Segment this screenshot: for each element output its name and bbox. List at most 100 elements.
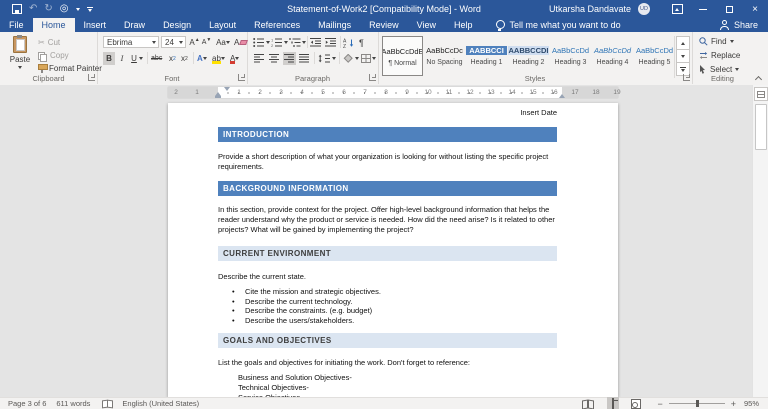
styles-scroll-up-button[interactable] [676,36,690,50]
replace-button[interactable]: Replace [699,51,740,60]
bullets-button[interactable] [253,36,270,49]
tab-help[interactable]: Help [445,18,482,32]
heading-introduction[interactable]: INTRODUCTION [218,127,557,142]
tab-layout[interactable]: Layout [200,18,245,32]
list-item[interactable]: Business and Solution Objectives- [238,373,352,383]
restore-button[interactable] [716,0,742,18]
objectives-list[interactable]: Business and Solution Objectives- Techni… [238,373,352,397]
undo-icon[interactable]: ↶ [29,4,37,14]
touch-mode-icon[interactable]: ◎ [60,4,69,14]
increase-indent-button[interactable] [325,36,337,49]
style-heading-1[interactable]: AABBCCI Heading 1 [466,36,507,76]
left-indent-marker[interactable] [215,96,221,99]
copy-button[interactable]: Copy [38,51,102,60]
tell-me-box[interactable]: Tell me what you want to do [496,18,621,32]
subscript-button[interactable]: x2 [169,52,176,65]
minimize-button[interactable] [690,0,716,18]
tab-review[interactable]: Review [360,18,408,32]
touch-mode-dropdown-icon[interactable] [76,8,80,11]
bullet-list[interactable]: Cite the mission and strategic objective… [245,287,381,325]
clipboard-dialog-launcher[interactable] [88,74,95,81]
italic-button[interactable]: I [117,52,127,65]
bold-button[interactable]: B [103,52,115,65]
close-button[interactable]: × [742,0,768,18]
ruler[interactable]: 2112345678910111213141516171819 [168,87,618,98]
insert-date-text[interactable]: Insert Date [520,108,557,117]
format-painter-button[interactable]: Format Painter [38,64,102,73]
line-spacing-button[interactable] [318,52,336,65]
zoom-slider[interactable] [669,399,725,408]
right-indent-marker[interactable] [559,94,565,98]
font-name-combobox[interactable]: Ebrima [103,36,159,48]
multilevel-list-button[interactable] [289,36,306,49]
align-left-button[interactable] [253,52,266,65]
list-item[interactable]: Cite the mission and strategic objective… [245,287,381,297]
align-right-button[interactable] [283,52,296,65]
show-paragraph-marks-button[interactable]: ¶ [359,36,364,49]
style-heading-2[interactable]: AABBCCDI Heading 2 [508,36,549,76]
tab-draw[interactable]: Draw [115,18,154,32]
style-normal[interactable]: AaBbCcDdE ¶ Normal [382,36,423,76]
font-color-button[interactable]: A [230,52,239,65]
paragraph-dialog-launcher[interactable] [369,74,376,81]
style-heading-4[interactable]: AaBbCcDd Heading 4 [592,36,633,76]
save-icon[interactable] [12,4,22,14]
tab-mailings[interactable]: Mailings [309,18,360,32]
paste-button[interactable]: Paste [4,36,36,76]
style-heading-5[interactable]: AaBbCcDd Heading 5 [634,36,675,76]
tab-references[interactable]: References [245,18,309,32]
superscript-button[interactable]: x2 [181,52,188,65]
heading-current-environment[interactable]: CURRENT ENVIRONMENT [218,246,557,261]
highlight-color-button[interactable]: ab [212,52,225,65]
scrollbar-top-button[interactable] [754,87,768,101]
redo-icon[interactable]: ↻ [44,4,52,14]
tab-insert[interactable]: Insert [75,18,116,32]
tab-design[interactable]: Design [154,18,200,32]
list-item[interactable]: Technical Objectives- [238,383,352,393]
paragraph[interactable]: Describe the current state. [218,272,557,282]
proofing-icon[interactable] [102,400,112,407]
numbering-button[interactable]: 12 [271,36,288,49]
paragraph[interactable]: List the goals and objectives for initia… [218,358,557,368]
list-item[interactable]: Describe the constraints. (e.g. budget) [245,306,381,316]
tab-home[interactable]: Home [33,18,75,32]
share-button[interactable]: Share [720,18,768,32]
sort-button[interactable]: AZ [343,36,355,49]
avatar[interactable]: UD [638,3,650,15]
styles-scroll-down-button[interactable] [676,49,690,63]
paragraph[interactable]: In this section, provide context for the… [218,205,557,235]
heading-goals-and-objectives[interactable]: GOALS AND OBJECTIVES [218,333,557,348]
change-case-button[interactable]: Aa [215,36,231,49]
zoom-out-button[interactable]: − [657,399,662,409]
underline-dropdown[interactable] [139,52,143,65]
list-item[interactable]: Describe the current technology. [245,297,381,307]
heading-background-information[interactable]: BACKGROUND INFORMATION [218,181,557,196]
collapse-ribbon-button[interactable] [755,75,761,81]
decrease-indent-button[interactable] [310,36,322,49]
paragraph[interactable]: Provide a short description of what your… [218,152,557,172]
select-button[interactable]: Select [699,65,739,74]
customize-qat-icon[interactable] [87,7,93,12]
style-no-spacing[interactable]: AaBbCcDc No Spacing [424,36,465,76]
zoom-in-button[interactable]: + [731,399,736,409]
ribbon-display-options-button[interactable] [664,0,690,18]
tab-view[interactable]: View [408,18,445,32]
text-effects-button[interactable]: A [197,52,207,65]
font-dialog-launcher[interactable] [238,74,245,81]
style-heading-3[interactable]: AaBbCcDd Heading 3 [550,36,591,76]
first-line-indent-marker[interactable] [224,87,230,91]
word-count[interactable]: 611 words [56,399,90,408]
cut-button[interactable]: ✂Cut [38,38,102,47]
list-item[interactable]: Describe the users/stakeholders. [245,316,381,326]
page-indicator[interactable]: Page 3 of 6 [8,399,46,408]
web-layout-icon[interactable] [631,399,641,409]
language-indicator[interactable]: English (United States) [122,399,199,408]
align-center-button[interactable] [268,52,281,65]
zoom-level[interactable]: 95% [744,399,759,408]
document-page[interactable]: Insert Date INTRODUCTION Provide a short… [168,103,618,397]
borders-button[interactable] [361,52,376,65]
styles-dialog-launcher[interactable] [683,74,690,81]
font-size-combobox[interactable]: 24 [161,36,186,48]
find-button[interactable]: Find [699,37,734,46]
tab-file[interactable]: File [0,18,33,32]
